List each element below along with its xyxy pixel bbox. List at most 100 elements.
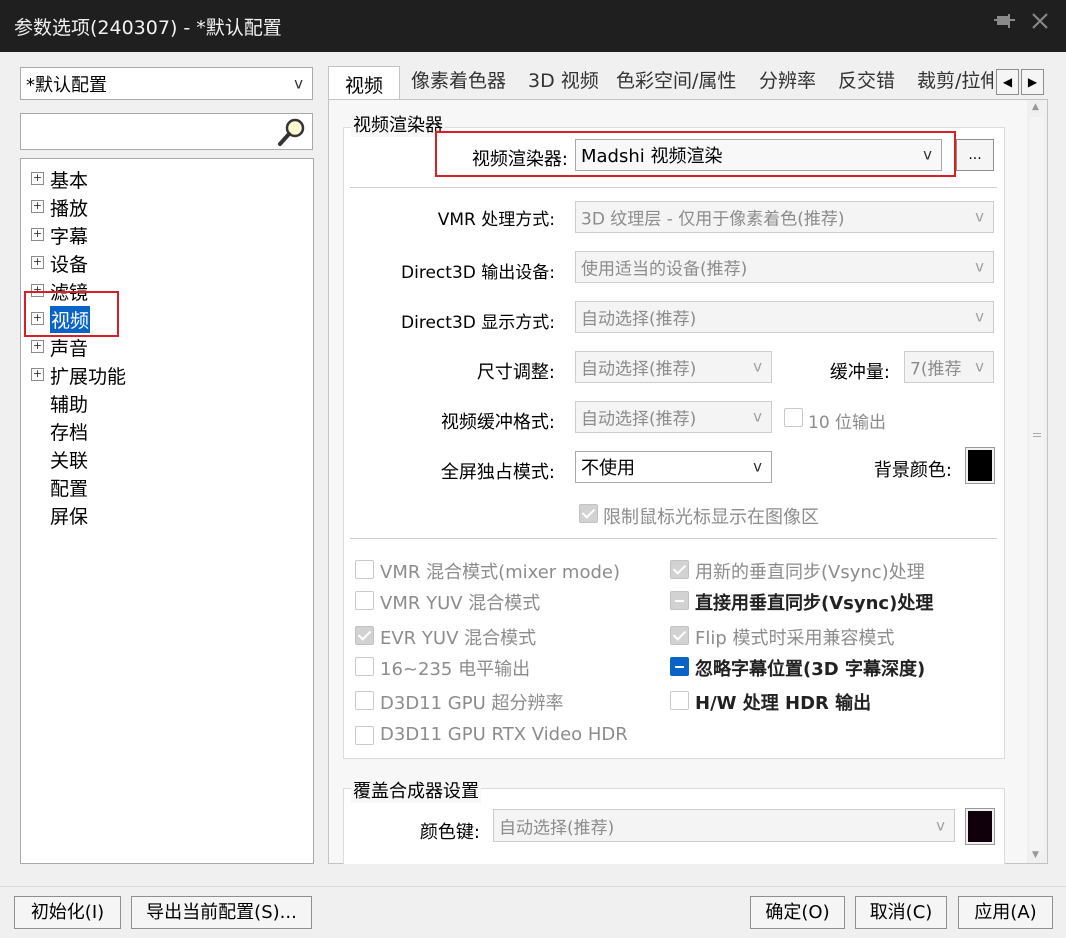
d3d-device-select: 使用适当的设备(推荐) v — [575, 251, 994, 283]
profile-select[interactable]: *默认配置 v — [20, 67, 313, 100]
tab-label: 视频 — [345, 75, 384, 97]
option-checkbox[interactable] — [355, 560, 374, 579]
scrollbar-thumb[interactable] — [1030, 117, 1044, 852]
limit-cursor-label: 限制鼠标光标显示在图像区 — [603, 507, 819, 528]
expand-plus-icon[interactable]: + — [31, 200, 44, 213]
tree-item-label: 扩展功能 — [50, 366, 127, 388]
option-checkbox[interactable] — [355, 657, 374, 676]
tab-scroll-left-button[interactable]: ◀ — [996, 69, 1019, 95]
chevron-down-icon: v — [753, 407, 762, 426]
chevron-down-icon: v — [753, 457, 762, 476]
tab-label: 3D 视频 — [528, 70, 599, 92]
tab-crop-stretch[interactable]: 裁剪/拉伸 — [917, 66, 993, 98]
title-bar: 参数选项(240307) - *默认配置 — [0, 0, 1066, 52]
color-key-label: 颜色键: — [419, 822, 480, 843]
option-checkbox[interactable] — [355, 691, 374, 710]
option-checkbox[interactable] — [355, 626, 374, 645]
tenbit-checkbox[interactable] — [784, 408, 803, 427]
buffer-format-select: 自动选择(推荐) v — [575, 401, 772, 433]
buffer-label: 缓冲量: — [829, 362, 890, 383]
buffer-select: 7(推荐 v — [904, 351, 994, 383]
option-label: Flip 模式时采用兼容模式 — [695, 628, 895, 649]
scroll-up-icon[interactable]: ▲ — [1032, 102, 1039, 112]
tab-label: 像素着色器 — [411, 70, 507, 92]
tab-deinterlace[interactable]: 反交错 — [838, 66, 895, 98]
tree-item-label: 字幕 — [50, 226, 89, 248]
limit-cursor-checkbox[interactable] — [579, 504, 598, 523]
option-checkbox[interactable] — [670, 626, 689, 645]
resize-select-value: 自动选择(推荐) — [581, 359, 697, 380]
option-label: H/W 处理 HDR 输出 — [695, 693, 872, 714]
tab-label: 色彩空间/属性 — [616, 70, 737, 92]
color-key-button[interactable] — [965, 808, 995, 845]
scroll-down-icon[interactable]: ▼ — [1032, 850, 1039, 860]
buffer-format-label: 视频缓冲格式: — [440, 412, 555, 433]
tree-item-label: 关联 — [50, 450, 89, 472]
chevron-down-icon: v — [975, 357, 984, 376]
tree-item-label: 配置 — [50, 478, 89, 500]
color-key-swatch — [968, 811, 992, 842]
option-checkbox[interactable] — [670, 591, 689, 610]
apply-button[interactable]: 应用(A) — [958, 896, 1053, 929]
highlight-box-video — [24, 291, 119, 337]
tree-item-label: 设备 — [50, 254, 89, 276]
scrollbar[interactable]: ▲ ▼ — [1027, 100, 1047, 863]
option-label: 忽略字幕位置(3D 字幕深度) — [695, 659, 926, 680]
profile-select-value: *默认配置 — [26, 74, 107, 96]
option-checkbox[interactable] — [355, 726, 374, 745]
tab-pixel-shader[interactable]: 像素着色器 — [411, 66, 506, 98]
tab-resolution[interactable]: 分辨率 — [759, 66, 816, 98]
expand-plus-icon[interactable]: + — [31, 172, 44, 185]
option-label: 16~235 电平输出 — [380, 659, 531, 680]
bg-color-label: 背景颜色: — [873, 460, 952, 481]
chevron-down-icon: v — [753, 357, 762, 376]
pin-icon[interactable] — [990, 10, 1020, 40]
chevron-down-icon: v — [975, 207, 984, 226]
ok-button[interactable]: 确定(O) — [750, 896, 845, 929]
separator — [350, 187, 997, 188]
vmr-select: 3D 纹理层 - 仅用于像素着色(推荐) v — [575, 201, 994, 233]
bg-color-button[interactable] — [965, 447, 995, 484]
option-label: D3D11 GPU RTX Video HDR — [380, 724, 628, 745]
option-checkbox[interactable] — [670, 560, 689, 579]
fullscreen-select[interactable]: 不使用 v — [575, 451, 772, 483]
triangle-left-icon: ◀ — [1002, 75, 1013, 89]
expand-plus-icon[interactable]: + — [31, 368, 44, 381]
grip-icon — [1033, 436, 1041, 437]
tab-label: 分辨率 — [759, 70, 817, 92]
search-box[interactable] — [20, 113, 313, 150]
d3d-device-label: Direct3D 输出设备: — [401, 263, 555, 283]
color-key-select: 自动选择(推荐) v — [493, 809, 955, 842]
d3d-display-label: Direct3D 显示方式: — [401, 313, 555, 333]
renderer-group-title: 视频渲染器 — [351, 111, 445, 137]
tab-scroll-right-button[interactable]: ▶ — [1021, 69, 1044, 95]
tree-item-label: 屏保 — [50, 506, 89, 528]
separator — [350, 538, 997, 539]
chevron-down-icon: v — [294, 74, 303, 93]
cancel-button[interactable]: 取消(C) — [855, 896, 947, 929]
option-checkbox[interactable] — [670, 691, 689, 710]
resize-label: 尺寸调整: — [476, 362, 555, 383]
tab-3d-video[interactable]: 3D 视频 — [528, 66, 599, 98]
window-title: 参数选项(240307) - *默认配置 — [14, 17, 282, 39]
close-icon[interactable] — [1025, 10, 1055, 40]
option-label: VMR 混合模式(mixer mode) — [380, 562, 620, 583]
option-checkbox[interactable] — [670, 657, 689, 676]
category-tree[interactable]: + 基本 + 播放 + 字幕 + 设备 + 滤镜 + 视频 + 声音 + 扩展功能 辅助 存档 关联 配置 屏保 — [20, 158, 314, 864]
reset-button[interactable]: 初始化(I) — [14, 896, 121, 929]
option-checkbox[interactable] — [355, 591, 374, 610]
tab-video[interactable]: 视频 — [328, 66, 400, 100]
expand-plus-icon[interactable]: + — [31, 256, 44, 269]
search-icon[interactable] — [276, 117, 308, 147]
renderer-more-button[interactable]: ... — [956, 139, 994, 171]
highlight-box-renderer — [435, 131, 956, 177]
option-label: VMR YUV 混合模式 — [380, 593, 541, 614]
tab-label: 裁剪/拉伸 — [917, 70, 993, 92]
expand-plus-icon[interactable]: + — [31, 340, 44, 353]
tab-color-space[interactable]: 色彩空间/属性 — [616, 66, 736, 98]
export-button[interactable]: 导出当前配置(S)... — [131, 896, 312, 929]
tree-item-label: 声音 — [50, 338, 89, 360]
expand-plus-icon[interactable]: + — [31, 228, 44, 241]
bg-color-swatch — [968, 450, 992, 481]
tree-item-label: 存档 — [50, 422, 89, 444]
